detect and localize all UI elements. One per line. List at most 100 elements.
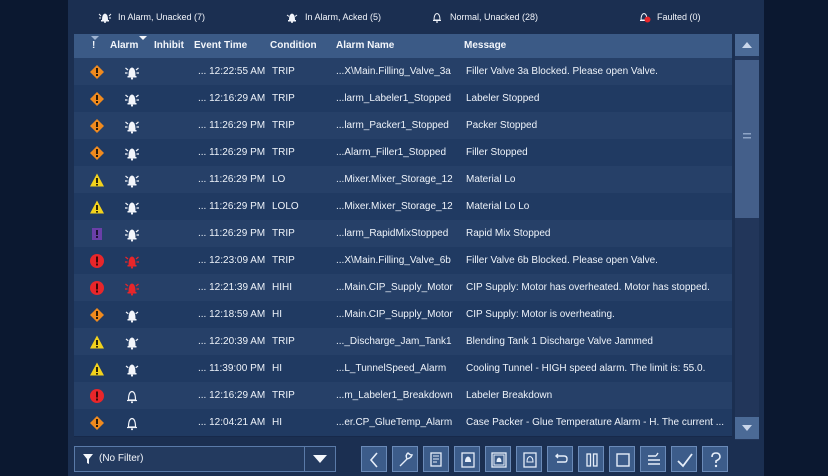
alarm-row[interactable]: ... 12:23:09 AM TRIP ...X\Main.Filling_Val… [74,247,732,275]
alarm-message: Filler Stopped [466,147,528,158]
event-time: ... 11:39:00 PM [198,363,266,374]
shelve-icon [648,452,660,465]
col-inhibit[interactable]: Inhibit [154,34,184,58]
details-button[interactable] [423,446,449,472]
grip-icon [743,133,751,139]
scroll-thumb[interactable] [735,60,759,218]
legend-normal: Normal, Unacked (28) [430,11,538,23]
alarm-row[interactable]: ... 11:39:00 PM HI ...L_TunnelSpeed_Alarm C… [74,355,732,383]
alarm-state-bell-icon [124,307,140,323]
event-time: ... 12:16:29 AM [198,390,266,401]
alarm-row[interactable]: ... 12:18:59 AM HI ...Main.CIP_Supply_Moto… [74,301,732,329]
alarm-message: Rapid Mix Stopped [466,228,551,239]
severity-medium-icon [89,334,105,350]
condition: TRIP [272,390,295,401]
alarm-message: CIP Supply: Motor has overheated. Motor … [466,282,710,293]
alarm-row[interactable]: ... 12:04:21 AM HI ...er.CP_GlueTemp_Alarm… [74,409,732,437]
condition: HI [272,309,282,320]
ack-selected-icon [461,452,475,468]
alarm-row[interactable]: ... 11:26:29 PM LOLO ...Mixer.Mixer_Storag… [74,193,732,221]
alarm-row[interactable]: ... 12:22:55 AM TRIP ...X\Main.Filling_Val… [74,58,732,86]
alarm-row[interactable]: ... 12:16:29 AM TRIP ...larm_Labeler1_Stop… [74,85,732,113]
alarm-row[interactable]: ... 11:26:29 PM TRIP ...Alarm_Filler1_Stop… [74,139,732,167]
alarm-message: Case Packer - Glue Temperature Alarm - H… [466,417,725,428]
alarm-state-bell-icon [124,118,140,134]
alarm-name: ...Alarm_Filler1_Stopped [336,147,447,158]
alarm-row[interactable]: ... 11:26:29 PM TRIP ...larm_RapidMixStopp… [74,220,732,248]
approve-button[interactable] [671,446,697,472]
condition: TRIP [272,336,295,347]
col-message[interactable]: Message [464,34,506,58]
scroll-left-button[interactable] [361,446,387,472]
condition: TRIP [272,93,295,104]
alarm-state-bell-icon [124,415,140,431]
edit-alarm-button[interactable] [392,446,418,472]
condition: LO [272,174,286,185]
severity-high-icon [89,118,105,134]
col-event-time[interactable]: Event Time [194,34,247,58]
severity-urgent-icon [89,280,105,296]
bell-faulted-icon [640,12,651,23]
alarm-message: Material Lo [466,174,516,185]
ack-selected-button[interactable] [454,446,480,472]
scroll-down-button[interactable] [735,417,759,439]
alarm-state-bell-icon [124,226,140,242]
alarm-state-bell-icon [124,145,140,161]
condition: LOLO [272,201,299,212]
pause-button[interactable] [578,446,604,472]
alarm-message: Cooling Tunnel - HIGH speed alarm. The l… [466,363,706,374]
col-alarm[interactable]: Alarm [110,34,138,58]
severity-urgent-icon [89,388,105,404]
alarm-name: ...Main.CIP_Supply_Motor [336,309,453,320]
filter-funnel-icon [83,454,93,464]
alarm-row[interactable]: ... 12:20:39 AM TRIP ..._Discharge_Jam_Tan… [74,328,732,356]
alarm-message: Blending Tank 1 Discharge Valve Jammed [466,336,653,347]
alarm-row[interactable]: ... 11:26:29 PM LO ...Mixer.Mixer_Storage_… [74,166,732,194]
ack-page-icon [491,452,507,468]
edit-alarm-icon [399,452,413,467]
col-alarm-name[interactable]: Alarm Name [336,34,394,58]
alarm-row[interactable]: ... 12:16:29 AM TRIP ...m_Labeler1_Breakdo… [74,382,732,410]
legend-acked-label: In Alarm, Acked (5) [305,12,382,22]
filter-dropdown[interactable]: (No Filter) [74,446,336,472]
alarm-state-bell-icon [124,280,140,296]
vertical-scrollbar[interactable] [735,34,759,440]
alarm-message: Filler Valve 3a Blocked. Please open Val… [466,66,658,77]
filter-dropdown-button[interactable] [304,447,335,471]
alarm-row[interactable]: ... 12:21:39 AM HIHI ...Main.CIP_Supply_Mo… [74,274,732,302]
alarm-name: ...m_Labeler1_Breakdown [336,390,453,401]
select-all-button[interactable] [609,446,635,472]
alarm-name: ...L_TunnelSpeed_Alarm [336,363,447,374]
condition: TRIP [272,120,295,131]
alarm-name: ...larm_Packer1_Stopped [336,120,449,131]
alarm-name: ...X\Main.Filling_Valve_6b [336,255,451,266]
alarm-state-bell-icon [124,172,140,188]
alarm-state-bell-icon [124,91,140,107]
event-time: ... 12:20:39 AM [198,336,266,347]
col-condition[interactable]: Condition [270,34,317,58]
event-time: ... 11:26:29 PM [198,147,266,158]
legend-unacked-label: In Alarm, Unacked (7) [118,12,206,22]
alarm-state-bell-icon [124,199,140,215]
scroll-up-button[interactable] [735,34,759,56]
alarm-row[interactable]: ... 11:26:29 PM TRIP ...larm_Packer1_Stopp… [74,112,732,140]
alarm-name: ...Main.CIP_Supply_Motor [336,282,453,293]
severity-urgent-icon [89,253,105,269]
alarm-name: ...larm_RapidMixStopped [336,228,449,239]
severity-high-icon [89,145,105,161]
ack-all-button[interactable] [516,446,542,472]
severity-high-icon [89,91,105,107]
condition: HI [272,417,282,428]
alarm-state-bell-icon [124,388,140,404]
help-button[interactable] [702,446,728,472]
bell-acked-icon [286,13,298,23]
alarm-state-legend: In Alarm, Unacked (7) In Alarm, Acked (5… [68,0,764,34]
pause-icon [586,453,598,467]
reset-button[interactable] [547,446,573,472]
shelve-button[interactable] [640,446,666,472]
event-time: ... 12:23:09 AM [198,255,266,266]
condition: TRIP [272,228,295,239]
condition: HI [272,363,282,374]
ack-page-button[interactable] [485,446,511,472]
condition: TRIP [272,66,295,77]
